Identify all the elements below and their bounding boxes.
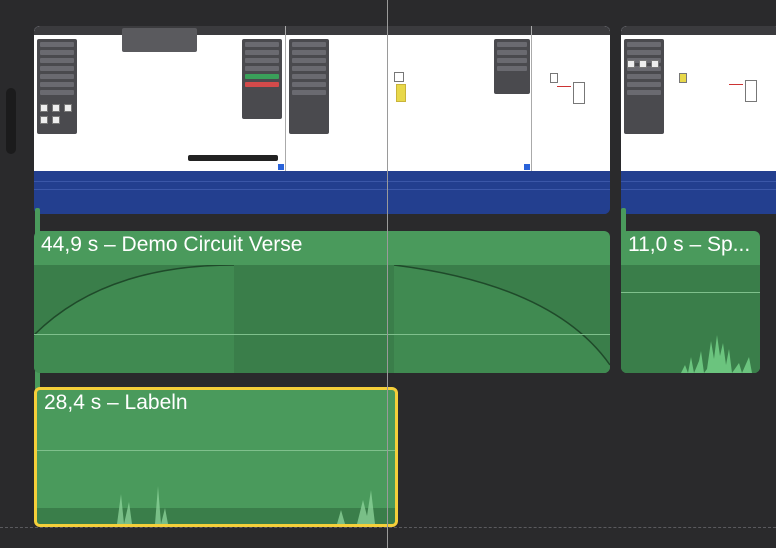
audio-clip-demo-circuit-verse[interactable]: 44,9 s – Demo Circuit Verse <box>34 231 610 373</box>
video-audio-band <box>621 171 776 214</box>
volume-line[interactable] <box>37 450 395 451</box>
clip-title: 11,0 s – Sp... <box>628 233 751 256</box>
video-frame-thumbnail <box>34 26 286 171</box>
video-clip-1[interactable] <box>34 26 610 214</box>
video-frame-thumbnail <box>286 26 532 171</box>
clip-title: 44,9 s – Demo Circuit Verse <box>41 233 303 256</box>
track-divider <box>0 527 776 528</box>
playhead[interactable] <box>387 0 388 548</box>
video-audio-band <box>34 171 610 214</box>
audio-waveform <box>117 486 375 524</box>
clip-title: 28,4 s – Labeln <box>44 391 188 414</box>
volume-line[interactable] <box>621 292 760 293</box>
video-thumbnail-strip <box>621 26 776 171</box>
video-clip-2[interactable] <box>621 26 776 214</box>
timeline-scroll-handle[interactable] <box>6 88 16 154</box>
video-thumbnail-strip <box>34 26 610 171</box>
video-frame-thumbnail <box>532 26 610 171</box>
volume-fade-curves <box>34 265 610 373</box>
video-frame-thumbnail <box>621 26 776 171</box>
audio-waveform <box>681 335 760 373</box>
volume-line[interactable] <box>34 334 610 335</box>
audio-clip-labeln[interactable]: 28,4 s – Labeln <box>34 387 398 527</box>
audio-clip-sp[interactable]: 11,0 s – Sp... <box>621 231 760 373</box>
